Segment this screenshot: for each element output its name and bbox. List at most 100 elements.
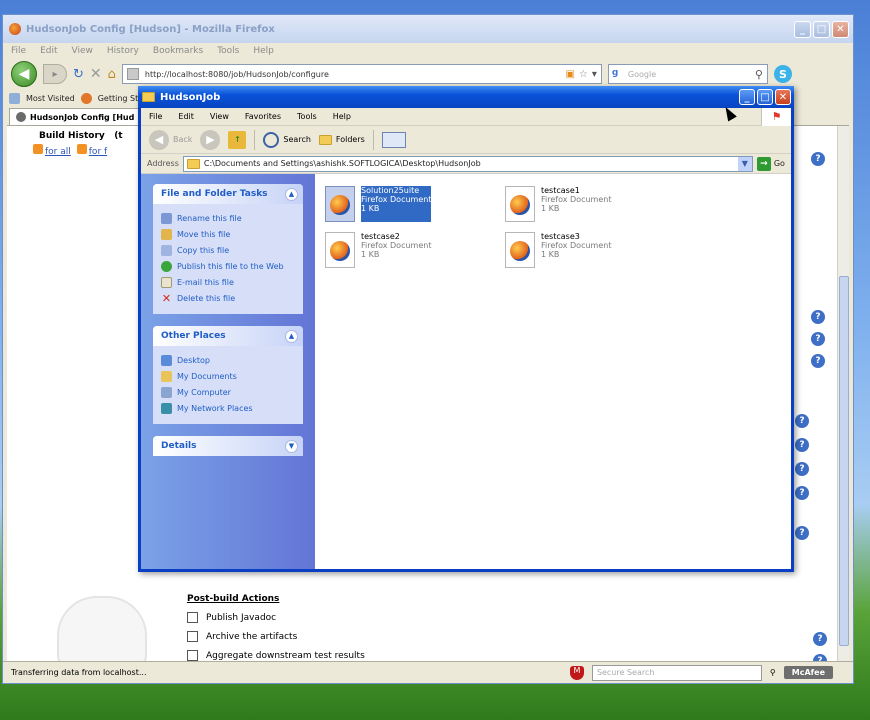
explorer-menu-tools[interactable]: Tools xyxy=(297,112,317,121)
rss-all-link[interactable]: for all xyxy=(33,144,71,157)
chevron-down-icon[interactable]: ▼ xyxy=(285,439,298,453)
close-button[interactable]: ✕ xyxy=(832,20,849,38)
bookmark-getting-started[interactable]: Getting St xyxy=(98,94,139,103)
explorer-maximize-button[interactable]: □ xyxy=(757,89,773,105)
address-input[interactable]: C:\Documents and Settings\ashishk.SOFTLO… xyxy=(182,155,753,172)
explorer-menu-favorites[interactable]: Favorites xyxy=(245,112,281,121)
archive-artifacts-label: Archive the artifacts xyxy=(206,631,298,642)
rss-links: for all for f xyxy=(13,144,143,157)
minimize-button[interactable]: _ xyxy=(794,20,811,38)
bookmark-star-icon[interactable]: ☆ xyxy=(579,69,588,80)
other-places-header[interactable]: Other Places ▲ xyxy=(153,326,303,346)
back-button[interactable]: ◀ xyxy=(11,61,37,87)
help-icon[interactable]: ? xyxy=(813,632,827,646)
menu-file[interactable]: File xyxy=(11,46,26,56)
explorer-close-button[interactable]: ✕ xyxy=(775,89,791,105)
task-move[interactable]: Move this file xyxy=(161,226,295,242)
tab-hudson-config[interactable]: HudsonJob Config [Hud xyxy=(9,108,142,125)
folders-button[interactable]: Folders xyxy=(318,134,365,145)
menu-bookmarks[interactable]: Bookmarks xyxy=(153,46,203,56)
file-item[interactable]: testcase2 Firefox Document 1 KB xyxy=(325,232,431,268)
task-publish[interactable]: Publish this file to the Web xyxy=(161,258,295,274)
help-icon[interactable]: ? xyxy=(811,310,825,324)
reload-icon[interactable]: ↻ xyxy=(73,67,84,82)
maximize-button[interactable]: □ xyxy=(813,20,830,38)
address-label: Address xyxy=(147,159,179,168)
details-header[interactable]: Details ▼ xyxy=(153,436,303,456)
skype-icon[interactable]: S xyxy=(773,65,792,83)
help-icon[interactable]: ? xyxy=(795,438,809,452)
help-icon[interactable]: ? xyxy=(811,332,825,346)
task-rename[interactable]: Rename this file xyxy=(161,210,295,226)
secure-search-input[interactable]: Secure Search xyxy=(591,664,762,681)
stop-icon[interactable]: ✕ xyxy=(90,66,102,82)
search-bar[interactable]: g Google ⚲ xyxy=(607,64,768,84)
rss-feed-icon[interactable]: ▣ xyxy=(565,69,574,80)
help-icon[interactable]: ? xyxy=(795,462,809,476)
file-item[interactable]: testcase3 Firefox Document 1 KB xyxy=(505,232,611,268)
menu-help[interactable]: Help xyxy=(253,46,274,56)
place-my-documents[interactable]: My Documents xyxy=(161,368,295,384)
delete-icon: ✕ xyxy=(161,291,172,305)
firefox-title-bar: HudsonJob Config [Hudson] - Mozilla Fire… xyxy=(3,15,853,43)
url-bar[interactable]: http://localhost:8080/job/HudsonJob/conf… xyxy=(121,64,602,84)
menu-edit[interactable]: Edit xyxy=(40,46,57,56)
email-icon xyxy=(161,276,172,288)
views-icon[interactable] xyxy=(381,131,406,148)
file-name: testcase1 xyxy=(541,186,580,195)
folders-icon xyxy=(318,134,332,145)
address-folder-icon xyxy=(186,158,200,169)
task-delete[interactable]: ✕ Delete this file xyxy=(161,290,295,306)
url-text: http://localhost:8080/job/HudsonJob/conf… xyxy=(144,69,329,79)
chevron-up-icon[interactable]: ▲ xyxy=(285,329,298,343)
menu-history[interactable]: History xyxy=(107,46,139,56)
url-dropdown-icon[interactable]: ▾ xyxy=(592,69,597,80)
file-item[interactable]: Solution25uite Firefox Document 1 KB xyxy=(325,186,432,222)
mcafee-button[interactable]: McAfee xyxy=(783,666,833,679)
go-button[interactable]: → Go xyxy=(756,156,785,171)
network-icon xyxy=(161,402,172,414)
search-icon[interactable]: ⚲ xyxy=(755,68,767,81)
google-icon[interactable]: g xyxy=(612,68,624,80)
rss-failures-link[interactable]: for f xyxy=(76,144,107,157)
help-icon[interactable]: ? xyxy=(795,486,809,500)
explorer-search-button[interactable]: Search xyxy=(263,131,311,148)
explorer-minimize-button[interactable]: _ xyxy=(739,89,755,105)
up-folder-icon[interactable]: ↑ xyxy=(228,130,247,149)
help-icon[interactable]: ? xyxy=(811,354,825,368)
explorer-back-button[interactable]: ◀ Back xyxy=(149,129,192,150)
scrollbar-thumb[interactable] xyxy=(839,276,849,646)
build-history-trend[interactable]: (t xyxy=(114,131,122,141)
file-item[interactable]: testcase1 Firefox Document 1 KB xyxy=(505,186,611,222)
explorer-forward-button[interactable]: ▶ xyxy=(200,129,221,150)
chevron-up-icon[interactable]: ▲ xyxy=(285,187,298,201)
home-icon[interactable]: ⌂ xyxy=(108,67,116,82)
file-folder-tasks-header[interactable]: File and Folder Tasks ▲ xyxy=(153,184,303,204)
place-my-network[interactable]: My Network Places xyxy=(161,400,295,416)
toolbar-separator xyxy=(254,129,256,150)
windows-flag-icon: ⚑ xyxy=(761,107,791,126)
help-icon[interactable]: ? xyxy=(811,152,825,166)
help-icon[interactable]: ? xyxy=(795,526,809,540)
publish-javadoc-checkbox[interactable] xyxy=(187,612,198,623)
task-copy[interactable]: Copy this file xyxy=(161,242,295,258)
task-email[interactable]: E-mail this file xyxy=(161,274,295,290)
archive-artifacts-checkbox[interactable] xyxy=(187,631,198,642)
chevron-down-icon[interactable]: ▼ xyxy=(737,156,752,171)
aggregate-tests-checkbox[interactable] xyxy=(187,650,198,661)
explorer-menu-edit[interactable]: Edit xyxy=(178,112,194,121)
file-size: 1 KB xyxy=(361,204,380,213)
mcafee-shield-icon[interactable]: M xyxy=(569,665,584,680)
place-my-computer[interactable]: My Computer xyxy=(161,384,295,400)
bookmark-most-visited[interactable]: Most Visited xyxy=(26,94,75,103)
menu-tools[interactable]: Tools xyxy=(217,46,239,56)
secure-search-icon[interactable]: ⚲ xyxy=(770,668,776,677)
help-icon[interactable]: ? xyxy=(795,414,809,428)
menu-view[interactable]: View xyxy=(72,46,93,56)
explorer-menu-file[interactable]: File xyxy=(149,112,162,121)
explorer-menu-help[interactable]: Help xyxy=(333,112,351,121)
place-desktop[interactable]: Desktop xyxy=(161,352,295,368)
vertical-scrollbar[interactable] xyxy=(837,126,849,665)
explorer-menu-view[interactable]: View xyxy=(210,112,229,121)
forward-button[interactable]: ▸ xyxy=(43,64,67,84)
